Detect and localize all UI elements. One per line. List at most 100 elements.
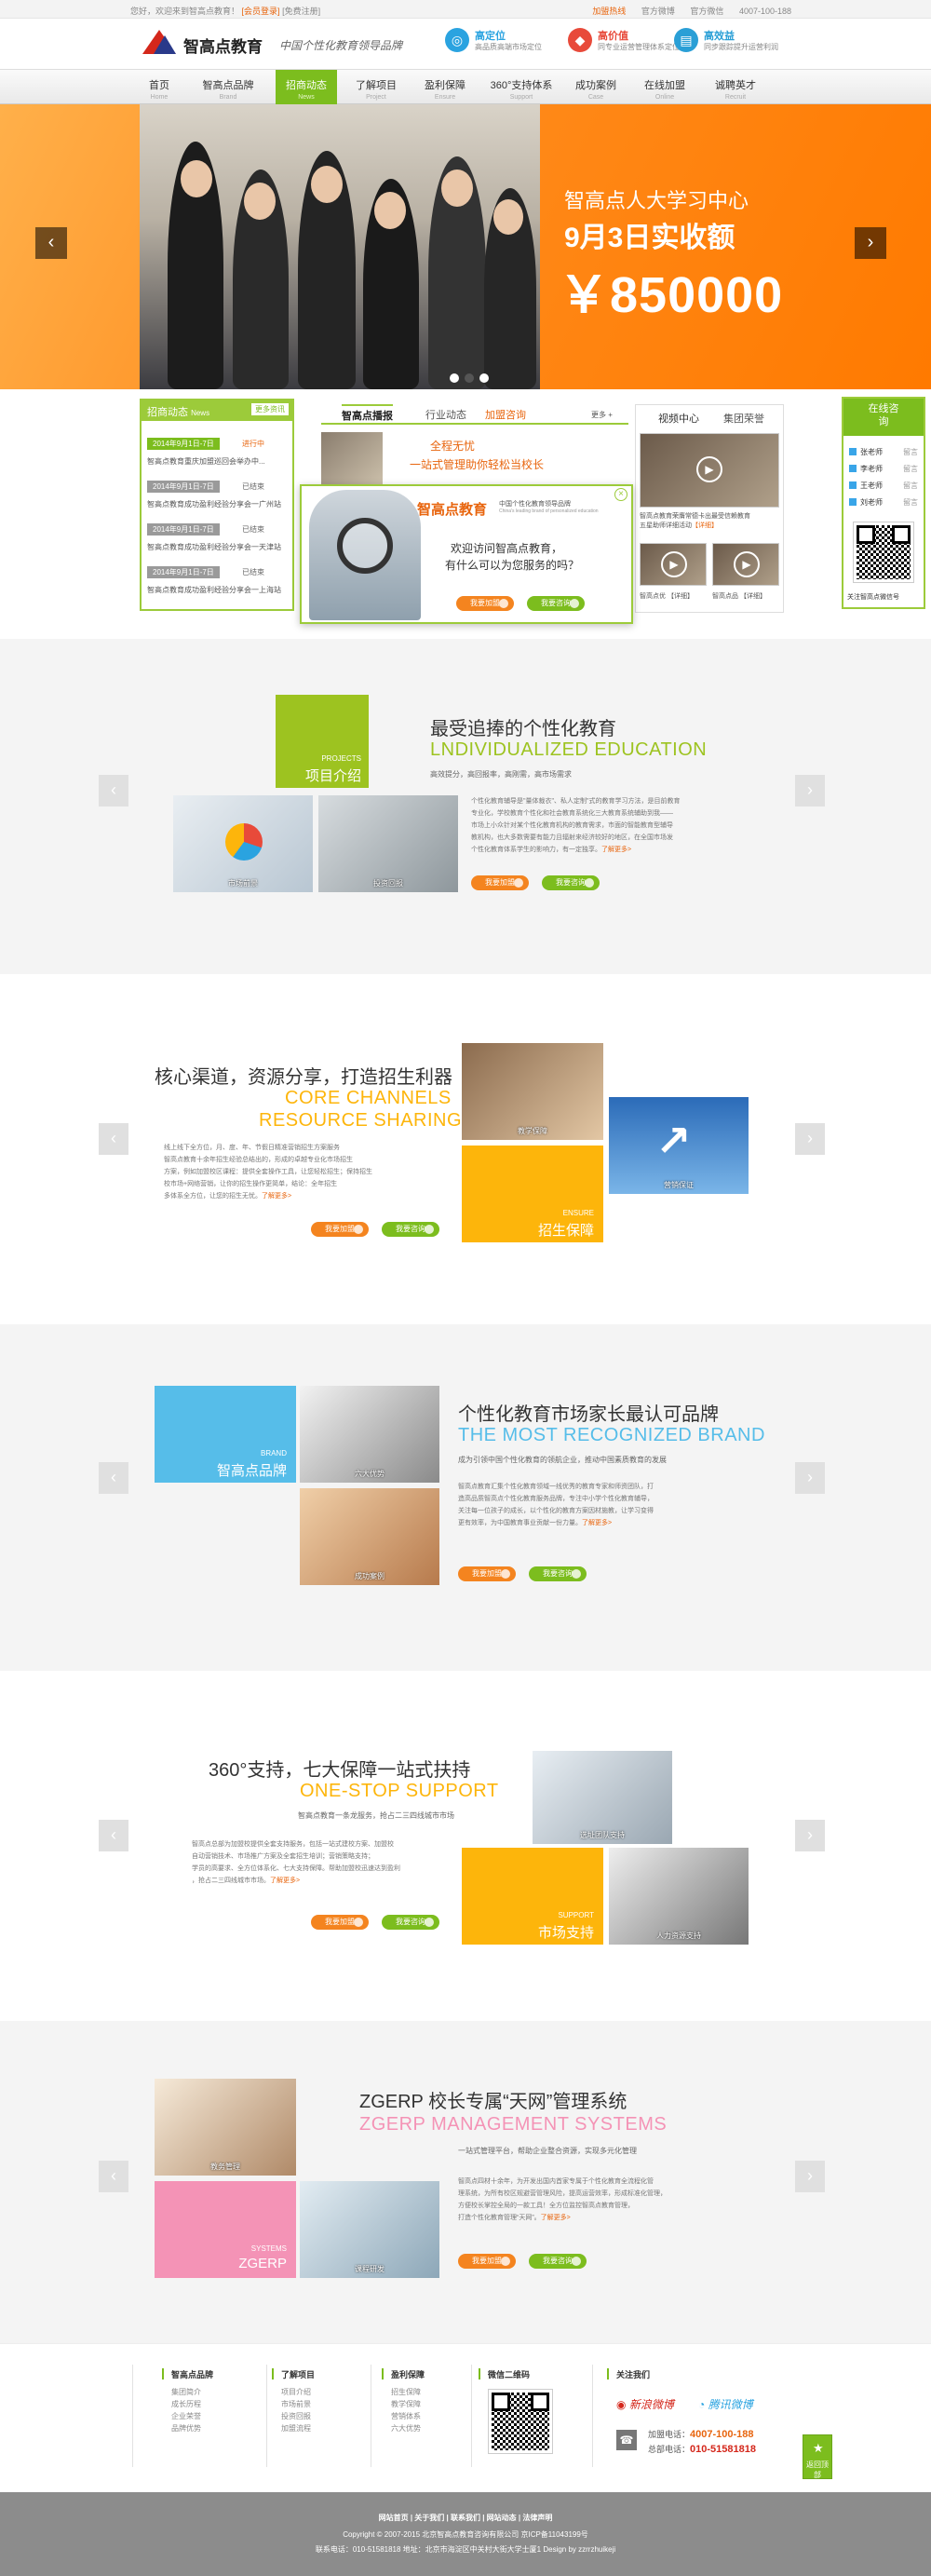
section-next-arrow-icon[interactable]: › <box>795 2161 825 2192</box>
join-button[interactable]: 我要加盟 <box>471 875 529 890</box>
back-to-top-button[interactable]: 返回顶部 <box>803 2434 832 2479</box>
join-button[interactable]: 我要加盟 <box>311 1915 369 1930</box>
tab-industry[interactable]: 行业动态 <box>425 407 466 422</box>
footer-link[interactable]: 品牌优势 <box>171 2422 213 2434</box>
footer-link[interactable]: 集团简介 <box>171 2386 213 2398</box>
login-link[interactable]: [会员登录] <box>242 7 280 16</box>
learn-more-link[interactable]: 了解更多> <box>541 2215 571 2221</box>
footer-link[interactable]: 教学保障 <box>391 2398 425 2410</box>
hero-dot[interactable] <box>479 373 489 383</box>
bottom-links[interactable]: 网站首页 | 关于我们 | 联系我们 | 网站动态 | 法律声明 <box>0 2513 931 2523</box>
weibo-link[interactable]: ◉ 新浪微博 <box>616 2396 674 2412</box>
hero-dot[interactable] <box>450 373 459 383</box>
footer-link[interactable]: 招生保障 <box>391 2386 425 2398</box>
tile-projects[interactable]: PROJECTS 项目介绍 <box>276 695 369 788</box>
teacher-row[interactable]: 王老师 留言 <box>849 481 918 491</box>
footer-link[interactable]: 加盟流程 <box>281 2422 315 2434</box>
news-item[interactable]: 智高点教育重庆加盟巡回会举办中... <box>147 456 265 467</box>
tab-broadcast[interactable]: 智高点播报 <box>342 404 393 423</box>
section-next-arrow-icon[interactable]: › <box>795 775 825 807</box>
footer-link[interactable]: 项目介绍 <box>281 2386 315 2398</box>
photo-marketing[interactable]: ↗ 营销保证 <box>609 1097 749 1194</box>
tile-brand[interactable]: BRAND 智高点品牌 <box>155 1386 296 1483</box>
tile-systems[interactable]: SYSTEMS ZGERP <box>155 2181 296 2278</box>
footer-link[interactable]: 市场前景 <box>281 2398 315 2410</box>
footer-link[interactable]: 企业荣誉 <box>171 2410 213 2422</box>
consult-button[interactable]: 我要咨询 <box>529 2254 587 2269</box>
photo-site-support[interactable]: 选址团队支持 <box>533 1751 672 1844</box>
section-prev-arrow-icon[interactable]: ‹ <box>99 1462 128 1494</box>
footer-link[interactable]: 六大优势 <box>391 2422 425 2434</box>
mid-headline2[interactable]: 一站式管理助你轻松当校长 <box>410 456 544 472</box>
section-prev-arrow-icon[interactable]: ‹ <box>99 1820 128 1851</box>
tile-support[interactable]: SUPPORT 市场支持 <box>462 1848 603 1945</box>
popup-consult-button[interactable]: 我要咨询 <box>527 596 585 611</box>
mid-news-photo[interactable] <box>321 432 383 484</box>
section-prev-arrow-icon[interactable]: ‹ <box>99 2161 128 2192</box>
video-thumb[interactable]: ▶ <box>640 543 707 586</box>
top-link-weibo[interactable]: 官方微博 <box>641 7 675 16</box>
top-link-weixin[interactable]: 官方微信 <box>690 7 723 16</box>
popup-join-button[interactable]: 我要加盟 <box>456 596 514 611</box>
join-button[interactable]: 我要加盟 <box>311 1222 369 1237</box>
top-link-hotline[interactable]: 加盟热线 <box>592 7 626 16</box>
photo-teaching[interactable]: 教学保障 <box>462 1043 603 1140</box>
nav-project[interactable]: 了解项目 Project <box>350 70 402 104</box>
register-link[interactable]: [免费注册] <box>282 7 320 16</box>
play-icon[interactable]: ▶ <box>661 551 687 577</box>
teacher-row[interactable]: 刘老师 留言 <box>849 497 918 508</box>
news-item[interactable]: 智高点教育成功盈利经验分享会一天津站 <box>147 542 281 552</box>
join-button[interactable]: 我要加盟 <box>458 2254 516 2269</box>
section-prev-arrow-icon[interactable]: ‹ <box>99 775 128 807</box>
learn-more-link[interactable]: 了解更多> <box>270 1878 300 1884</box>
nav-support[interactable]: 360°支持体系 Support <box>486 70 557 104</box>
photo-academic[interactable]: 教务管理 <box>155 2079 296 2176</box>
nav-news[interactable]: 招商动态 News <box>276 70 337 104</box>
play-icon[interactable]: ▶ <box>696 456 722 482</box>
nav-ensure[interactable]: 盈利保障 Ensure <box>419 70 471 104</box>
nav-online[interactable]: 在线加盟 Online <box>639 70 691 104</box>
learn-more-link[interactable]: 了解更多> <box>262 1193 291 1200</box>
news-more-button[interactable]: 更多资讯 <box>251 403 289 415</box>
video-thumb[interactable]: ▶ <box>640 433 779 508</box>
tencent-weibo-link[interactable]: ◔ 腾讯微博 <box>698 2396 753 2412</box>
video-thumb[interactable]: ▶ <box>712 543 779 586</box>
learn-more-link[interactable]: 了解更多> <box>601 847 631 853</box>
photo-market[interactable]: 市场前景 <box>173 795 313 892</box>
tile-ensure[interactable]: ENSURE 招生保障 <box>462 1146 603 1242</box>
teacher-row[interactable]: 李老师 留言 <box>849 464 918 474</box>
consult-button[interactable]: 我要咨询 <box>542 875 600 890</box>
section-next-arrow-icon[interactable]: › <box>795 1123 825 1155</box>
photo-return[interactable]: 投资回报 <box>318 795 458 892</box>
footer-link[interactable]: 成长历程 <box>171 2398 213 2410</box>
play-icon[interactable]: ▶ <box>734 551 760 577</box>
consult-button[interactable]: 我要咨询 <box>529 1566 587 1581</box>
photo-advantages[interactable]: 六大优势 <box>300 1386 439 1483</box>
hero-prev-arrow-icon[interactable]: ‹ <box>35 227 67 259</box>
hero-banner[interactable]: 智高点人大学习中心 9月3日实收额 ￥850000 ‹ › <box>0 104 931 389</box>
photo-hr-support[interactable]: 人力资源支持 <box>609 1848 749 1945</box>
tabs-more-link[interactable]: 更多 + <box>591 410 613 420</box>
hero-dot-active[interactable] <box>465 373 474 383</box>
news-item[interactable]: 智高点教育成功盈利经验分享会一上海站 <box>147 585 281 595</box>
footer-link[interactable]: 投资回报 <box>281 2410 315 2422</box>
tab-video[interactable]: 视频中心 <box>658 411 699 426</box>
join-button[interactable]: 我要加盟 <box>458 1566 516 1581</box>
teacher-row[interactable]: 张老师 留言 <box>849 447 918 457</box>
mid-headline1[interactable]: 全程无忧 <box>430 438 475 454</box>
footer-link[interactable]: 营销体系 <box>391 2410 425 2422</box>
section-prev-arrow-icon[interactable]: ‹ <box>99 1123 128 1155</box>
section-next-arrow-icon[interactable]: › <box>795 1820 825 1851</box>
nav-recruit[interactable]: 诚聘英才 Recruit <box>709 70 762 104</box>
photo-curriculum[interactable]: 课程研发 <box>300 2181 439 2278</box>
close-icon[interactable]: × <box>614 488 627 501</box>
section-next-arrow-icon[interactable]: › <box>795 1462 825 1494</box>
logo[interactable]: 智高点教育 <box>142 28 273 56</box>
nav-case[interactable]: 成功案例 Case <box>570 70 622 104</box>
nav-home[interactable]: 首页 Home <box>140 70 179 104</box>
news-item[interactable]: 智高点教育成功盈利经验分享会一广州站 <box>147 499 281 509</box>
nav-brand[interactable]: 智高点品牌 Brand <box>199 70 257 104</box>
consult-button[interactable]: 我要咨询 <box>382 1222 439 1237</box>
learn-more-link[interactable]: 了解更多> <box>582 1520 612 1526</box>
tab-consult[interactable]: 加盟咨询 <box>485 407 526 422</box>
